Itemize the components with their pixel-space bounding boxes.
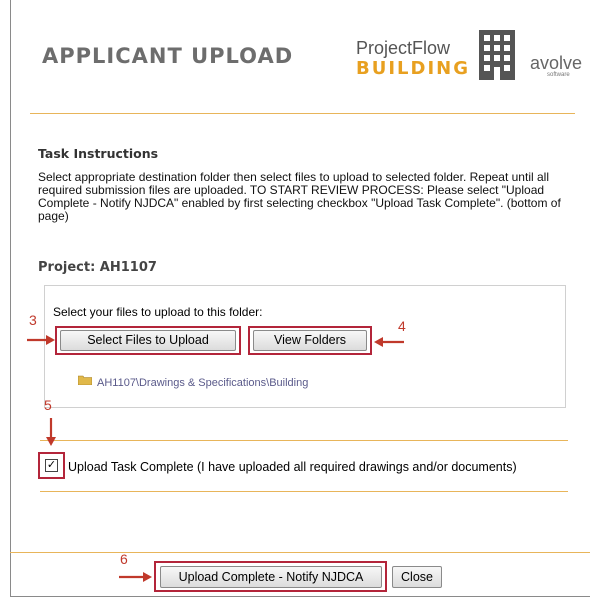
close-button[interactable]: Close — [392, 566, 442, 588]
logo-avolve-subtext: software — [547, 72, 570, 78]
arrow-left-icon — [374, 337, 404, 347]
logo-avolve-text: avolve — [530, 53, 583, 73]
logo-building-text: BUILDING — [356, 58, 470, 79]
page-title: APPLICANT UPLOAD — [42, 44, 294, 68]
upload-prompt: Select your files to upload to this fold… — [53, 305, 263, 319]
select-files-button[interactable]: Select Files to Upload — [60, 330, 236, 351]
arrow-down-icon — [46, 418, 56, 446]
logo-projectflow-text: ProjectFlow — [356, 38, 451, 58]
task-instructions-text: Select appropriate destination folder th… — [38, 170, 561, 223]
task-complete-label: Upload Task Complete (I have uploaded al… — [68, 460, 517, 474]
arrow-right-icon — [119, 572, 152, 582]
folder-path-link[interactable]: AH1107\Drawings & Specifications\Buildin… — [97, 377, 308, 389]
callout-step-6: 6 — [120, 551, 128, 567]
header-divider — [30, 113, 575, 114]
arrow-right-icon — [27, 335, 55, 345]
checkbox-top-divider — [40, 440, 568, 441]
callout-step-5: 5 — [44, 397, 52, 413]
building-logo-icon — [479, 30, 515, 80]
task-complete-checkbox[interactable]: ✓ — [45, 459, 58, 472]
checkbox-bottom-divider — [40, 491, 568, 492]
task-instructions-heading: Task Instructions — [38, 146, 159, 161]
upload-complete-notify-button[interactable]: Upload Complete - Notify NJDCA — [160, 566, 382, 588]
callout-step-4: 4 — [398, 318, 406, 334]
callout-step-3: 3 — [29, 312, 37, 328]
footer-divider — [10, 552, 590, 553]
project-title: Project: AH1107 — [38, 260, 157, 275]
folder-icon — [78, 375, 92, 385]
view-folders-button[interactable]: View Folders — [253, 330, 367, 351]
